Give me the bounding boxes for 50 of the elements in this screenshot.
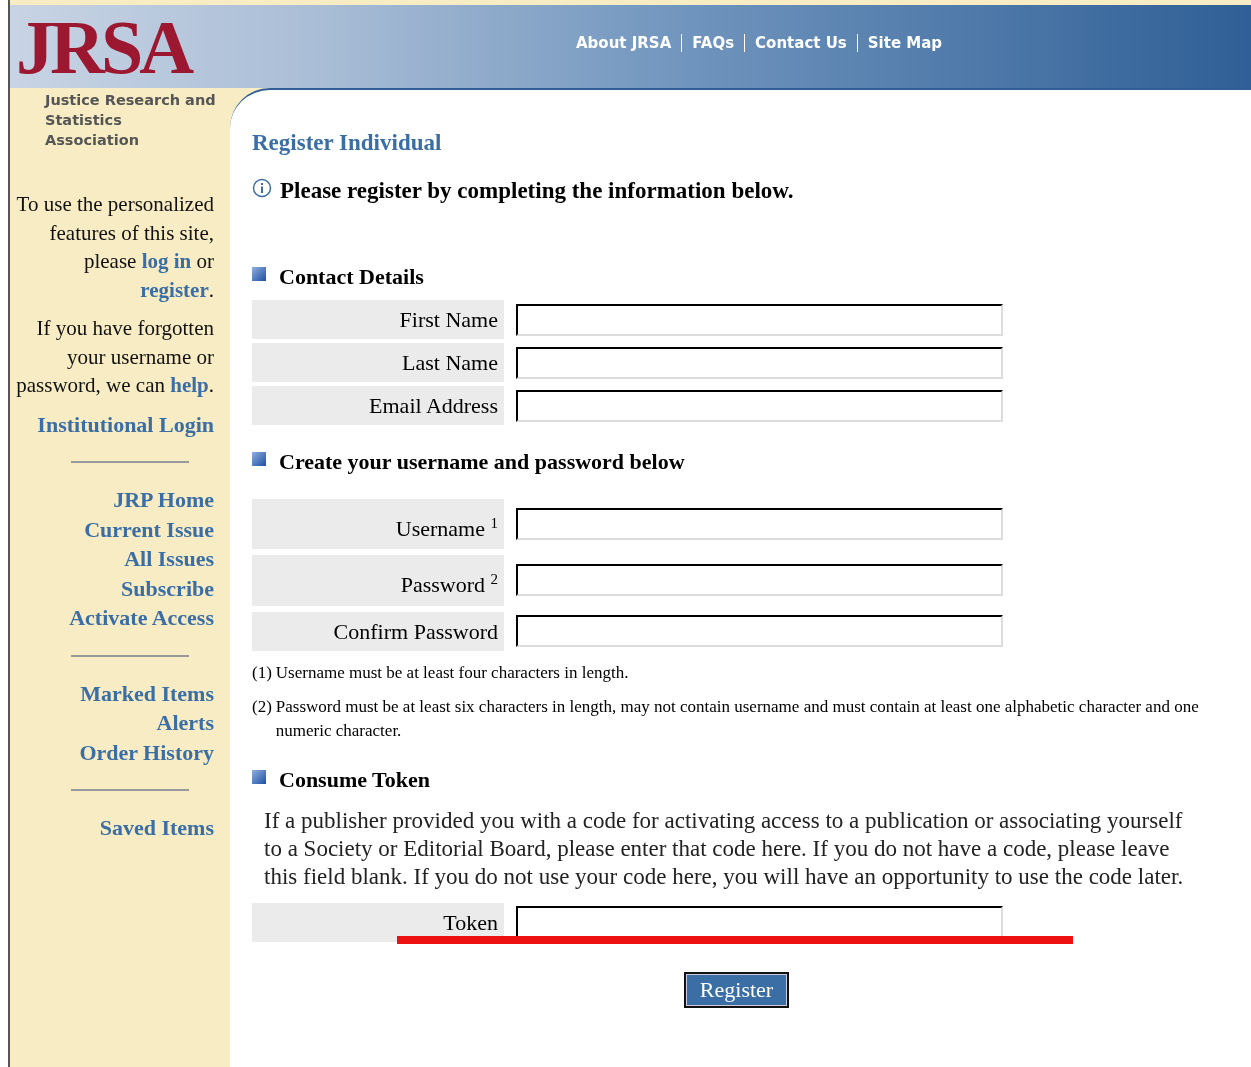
sidebar-link[interactable]: help [170,373,209,397]
nav-link[interactable]: Site Map [856,33,953,52]
square-bullet-icon [252,769,266,784]
nav-link[interactable]: About JRSA [566,33,682,52]
section-heading: Create your username and password below [279,449,685,475]
sidebar-link[interactable]: Saved Items [99,813,214,843]
sidebar-link[interactable]: Alerts [156,708,214,738]
sidebar-link[interactable]: Current Issue [84,514,214,544]
section-heading: Contact Details [279,264,424,290]
input-field[interactable] [516,564,1003,597]
input-field[interactable] [516,303,1003,336]
field-label: Confirm Password [252,611,504,651]
field-label: Username $^{1}$ [252,499,504,550]
sidebar-link[interactable]: Marked Items [80,678,214,708]
footnote-text: Username must be at least four characters in length. [275,661,630,684]
square-bullet-icon [252,452,266,466]
sidebar-link[interactable]: Institutional Login [37,409,214,439]
field-label: Token [252,902,504,942]
instructions-text: If a publisher provided you with a code for activating access to a publication or associating yourself to a Society or Editorial Board, please enter that code here. If you do not have a code, please leave this field blank. If you do not use your code here, you will have an opportunity to use the code later. [264,806,1185,891]
input-field[interactable] [516,615,1003,648]
field-label: Email Address [252,386,504,425]
section-heading: Consume Token [279,766,430,793]
info-icon [252,178,272,198]
field-label: First Name [252,300,504,339]
sidebar-text: To use the personalized features of this site, please log in or register. [16,191,214,304]
field-label: Password $^{2}$ [252,555,504,606]
sidebar-link[interactable]: Activate Access [69,603,214,633]
input-field[interactable] [516,346,1003,379]
sidebar-link[interactable]: log in [141,249,192,273]
sidebar-link[interactable]: Subscribe [121,573,214,603]
square-bullet-icon [252,267,266,281]
sidebar-link[interactable]: All Issues [124,544,214,574]
sidebar-text: If you have forgotten your username or password, we can help. [16,315,214,399]
input-field[interactable] [516,508,1003,541]
sidebar-link[interactable]: Order History [79,737,214,767]
sidebar-link[interactable]: JRP Home [113,485,214,515]
nav-link[interactable]: FAQs [681,33,745,52]
input-field[interactable] [516,906,1003,939]
sidebar-link[interactable]: register [140,277,209,302]
footnote-text: Password must be at least six characters in length, may not contain username and must contain at least one alphabetic character and one numeric character. [275,695,1200,742]
footnote-mark: (1) [252,661,272,684]
notice-text: Please register by completing the information below. [280,178,794,204]
footnote-mark: (2) [252,695,272,718]
input-field[interactable] [516,389,1003,422]
nav-link[interactable]: Contact Us [744,33,857,52]
page-title: Register Individual [252,130,443,156]
logo[interactable]: JRSA [16,8,197,85]
field-label: Last Name [252,343,504,382]
register-button[interactable]: Register [683,971,790,1008]
logo-subtitle: Justice Research and Statistics Association [45,91,217,150]
